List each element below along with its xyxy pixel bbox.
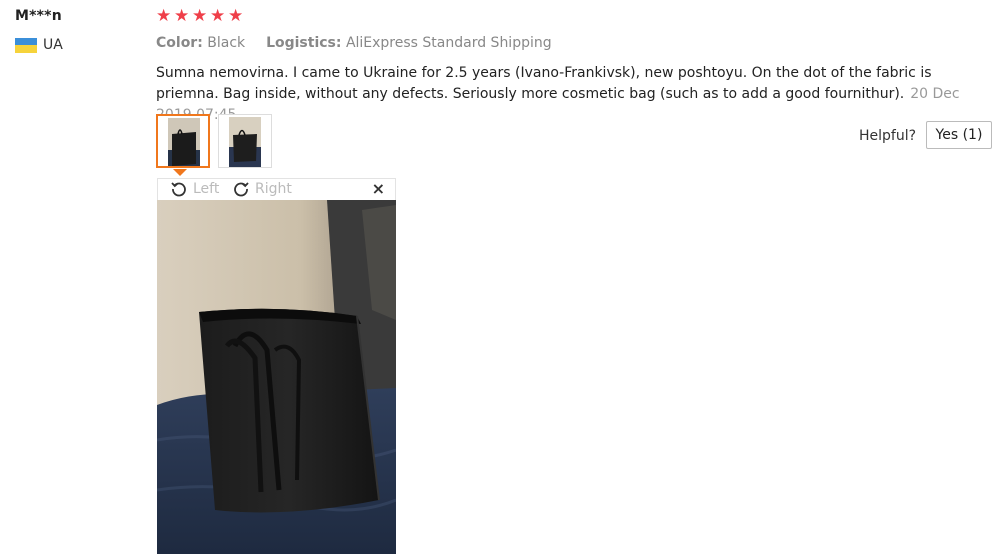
- ukraine-flag-icon: [15, 38, 37, 53]
- bag-photo-thumbnail-image: [168, 118, 200, 166]
- star-icon: ★: [156, 6, 172, 26]
- order-attributes: Color: Black Logistics: AliExpress Stand…: [156, 35, 552, 51]
- reviewer-country: UA: [43, 37, 63, 53]
- review-body: Sumna nemovirna. I came to Ukraine for 2…: [156, 63, 986, 126]
- rotate-left-label: Left: [193, 181, 220, 197]
- rotate-left-button[interactable]: Left: [170, 180, 219, 198]
- bag-photo-image: [157, 200, 396, 554]
- rotate-right-button[interactable]: Right: [232, 180, 292, 198]
- review-photo-thumbnail-1[interactable]: [156, 114, 210, 168]
- logistics-label: Logistics:: [266, 35, 342, 51]
- review-photo-large: [157, 200, 396, 554]
- review-photo-thumbnail-2[interactable]: [218, 114, 272, 168]
- bag-photo-thumbnail-image: [229, 117, 261, 167]
- color-label: Color:: [156, 35, 203, 51]
- star-icon: ★: [228, 6, 244, 26]
- logistics-value: AliExpress Standard Shipping: [345, 35, 552, 51]
- color-value: Black: [207, 35, 246, 51]
- rotate-right-label: Right: [255, 181, 292, 197]
- selected-thumbnail-caret: [173, 169, 187, 176]
- reviewer-name: M***n: [15, 8, 62, 24]
- rotate-left-icon: [171, 182, 186, 197]
- helpful-label: Helpful?: [859, 128, 917, 144]
- rotate-right-icon: [234, 182, 249, 197]
- star-icon: ★: [210, 6, 226, 26]
- helpful-yes-button[interactable]: Yes (1): [926, 121, 992, 149]
- star-rating: ★ ★ ★ ★ ★: [156, 8, 245, 25]
- image-viewer-toolbar: Left Right ×: [157, 178, 396, 200]
- review-text: Sumna nemovirna. I came to Ukraine for 2…: [156, 65, 932, 102]
- star-icon: ★: [174, 6, 190, 26]
- star-icon: ★: [192, 6, 208, 26]
- close-viewer-button[interactable]: ×: [372, 179, 385, 198]
